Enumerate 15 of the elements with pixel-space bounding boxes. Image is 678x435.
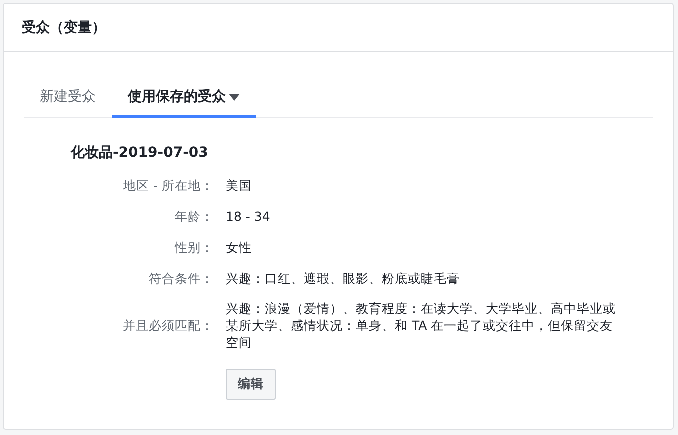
field-label: 年龄：	[174, 208, 214, 226]
audience-name: 化妆品-2019-07-03	[71, 144, 210, 162]
field-label: 符合条件：	[148, 270, 214, 288]
audience-tab[interactable]: 使用保存的受众	[112, 78, 256, 118]
card-title: 受众（变量）	[4, 4, 673, 52]
audience-tab[interactable]: 新建受众	[24, 78, 112, 118]
field-label: 性别：	[174, 239, 214, 257]
field-value: 女性	[226, 239, 253, 256]
field-value: 兴趣：浪漫（爱情）、教育程度：在读大学、大学毕业、高中毕业或某所大学、感情状况：单身、和 TA 在一起了或交往中，但保留交友空间	[226, 300, 617, 351]
edit-button[interactable]: 编辑	[226, 369, 276, 400]
field-label: 地区 - 所在地：	[122, 177, 214, 195]
field-value: 美国	[226, 177, 253, 194]
field-value: 18 - 34	[226, 208, 272, 225]
field-label: 并且必须匹配：	[122, 317, 214, 335]
field-value: 兴趣：口红、遮瑕、眼影、粉底或睫毛膏	[226, 270, 461, 287]
